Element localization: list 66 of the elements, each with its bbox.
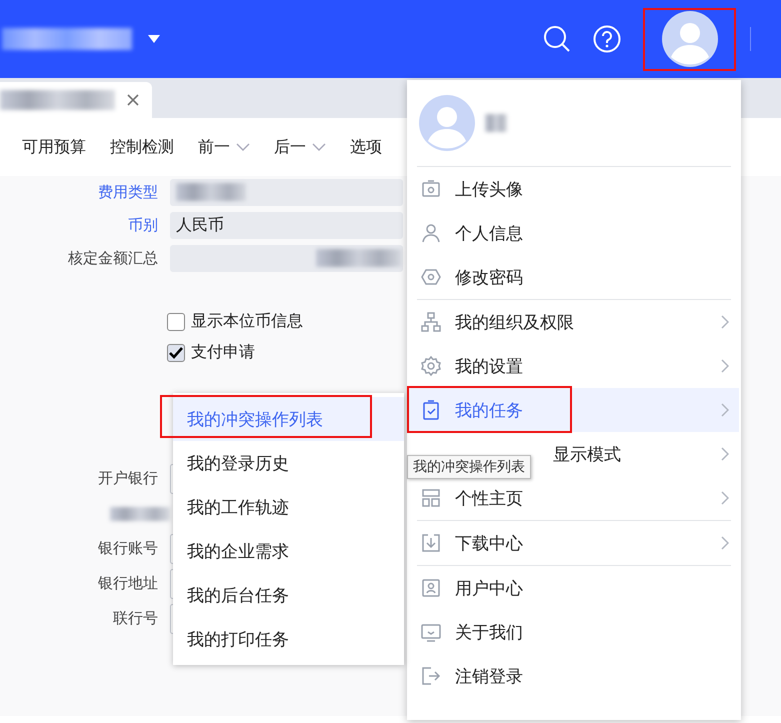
menu-item[interactable]: 下载中心 <box>407 521 739 565</box>
menu-item[interactable]: 个性主页 <box>407 476 739 520</box>
avatar-button[interactable] <box>643 8 736 70</box>
download-icon <box>421 533 441 553</box>
caret-icon[interactable] <box>148 35 160 43</box>
field-label: 核定金额汇总 <box>67 248 158 268</box>
menu-item[interactable]: 修改密码 <box>407 255 739 299</box>
avatar-icon <box>662 11 718 67</box>
tooltip: 我的冲突操作列表 <box>407 455 531 479</box>
field-label: 币别 <box>127 216 158 234</box>
chevron-right-icon <box>721 359 729 373</box>
field-label: 费用类型 <box>97 182 158 202</box>
clipboard-check-icon <box>421 400 441 420</box>
toolbar-dropdown[interactable]: 前一 <box>190 136 258 158</box>
input-field[interactable] <box>170 244 403 272</box>
close-icon[interactable] <box>127 94 139 106</box>
chevron-right-icon <box>721 315 729 329</box>
avatar-icon <box>419 95 475 151</box>
hierarchy-icon <box>421 312 441 332</box>
field-label: 银行账号 <box>97 539 158 558</box>
chevron-right-icon <box>721 536 729 550</box>
checkbox-label: 显示本位币信息 <box>191 311 303 332</box>
toolbar-dropdown[interactable]: 后一 <box>266 136 334 158</box>
toolbar-button[interactable]: 选项 <box>342 136 390 158</box>
menu-item[interactable]: 关于我们 <box>407 610 739 654</box>
menu-item[interactable]: 我的工作轨迹 <box>173 485 404 529</box>
menu-item[interactable]: 注销登录 <box>407 654 739 698</box>
input-field[interactable]: 人民币 <box>170 212 403 238</box>
settings-icon <box>421 356 441 376</box>
help-icon[interactable] <box>593 25 621 53</box>
menu-item[interactable]: 用户中心 <box>407 566 739 610</box>
menu-item[interactable]: 我的打印任务 <box>173 617 404 661</box>
menu-item[interactable]: 我的设置 <box>407 344 739 388</box>
monitor-icon <box>421 622 441 642</box>
logout-icon <box>421 666 441 686</box>
blurred-block <box>110 506 170 520</box>
chevron-right-icon <box>721 447 729 461</box>
layout-icon <box>421 488 441 508</box>
menu-item[interactable]: 上传头像 <box>407 167 739 211</box>
field-label: 银行地址 <box>97 574 158 593</box>
field-label: 开户银行 <box>97 469 158 488</box>
chevron-down-icon <box>236 143 250 151</box>
user-card-icon <box>421 578 441 598</box>
blurred-block <box>485 114 507 132</box>
menu-item[interactable]: 我的冲突操作列表 <box>173 397 404 441</box>
menu-item[interactable]: 个人信息 <box>407 211 739 255</box>
toolbar-button[interactable]: 控制检测 <box>102 136 182 158</box>
field-label: 联行号 <box>112 609 158 628</box>
camera-icon <box>421 179 441 199</box>
menu-item[interactable]: 我的组织及权限 <box>407 300 739 344</box>
password-icon <box>421 267 441 287</box>
menu-item[interactable]: 我的任务 <box>407 388 739 432</box>
checkbox-label: 支付申请 <box>191 342 255 363</box>
checkbox[interactable] <box>167 312 185 330</box>
chevron-down-icon <box>312 143 326 151</box>
menu-item[interactable]: 我的后台任务 <box>173 573 404 617</box>
chevron-right-icon <box>721 491 729 505</box>
menu-item[interactable]: 我的登录历史 <box>173 441 404 485</box>
person-icon <box>421 223 441 243</box>
menu-item[interactable]: 我的企业需求 <box>173 529 404 573</box>
document-tab[interactable] <box>0 82 152 118</box>
chevron-right-icon <box>721 403 729 417</box>
search-icon[interactable] <box>543 25 571 53</box>
checkbox[interactable] <box>167 344 185 362</box>
toolbar-button[interactable]: 可用预算 <box>14 136 94 158</box>
input-field[interactable] <box>170 178 403 206</box>
